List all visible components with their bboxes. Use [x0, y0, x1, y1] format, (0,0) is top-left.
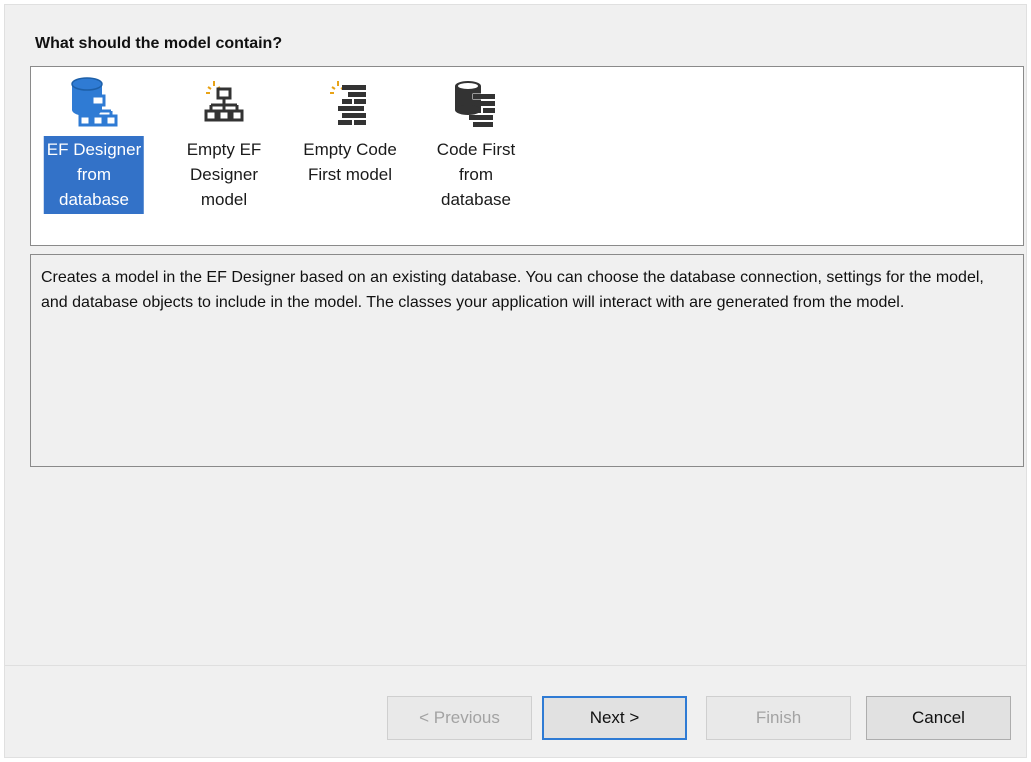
cancel-button[interactable]: Cancel	[866, 696, 1011, 740]
finish-button-label: Finish	[755, 708, 802, 727]
database-code-icon	[448, 75, 504, 131]
template-label: Code First from database	[436, 140, 516, 209]
database-diagram-icon	[66, 75, 122, 131]
template-item-empty-ef-designer-model[interactable]: Empty EF Designer model	[165, 75, 283, 239]
template-label: Empty Code First model	[303, 140, 397, 184]
template-label: Empty EF Designer model	[186, 140, 262, 209]
template-label: EF Designer from database	[43, 136, 145, 214]
template-item-ef-designer-from-database[interactable]: EF Designer from database	[35, 75, 153, 239]
new-code-icon	[322, 75, 378, 131]
model-contents-prompt: What should the model contain?	[35, 35, 283, 52]
new-diagram-icon	[196, 75, 252, 131]
footer-divider	[5, 665, 1026, 666]
previous-button[interactable]: < Previous	[387, 696, 532, 740]
model-template-list[interactable]: EF Designer from database Empty EF Desig…	[30, 66, 1024, 246]
next-button[interactable]: Next >	[542, 696, 687, 740]
template-description: Creates a model in the EF Designer based…	[30, 254, 1024, 467]
template-item-code-first-from-database[interactable]: Code First from database	[417, 75, 535, 239]
cancel-button-label: Cancel	[912, 708, 965, 727]
wizard-page: What should the model contain? EF Design…	[4, 4, 1027, 758]
template-item-empty-code-first-model[interactable]: Empty Code First model	[291, 75, 409, 239]
previous-button-label: < Previous	[419, 708, 500, 727]
next-button-label: Next >	[589, 708, 640, 727]
finish-button[interactable]: Finish	[706, 696, 851, 740]
